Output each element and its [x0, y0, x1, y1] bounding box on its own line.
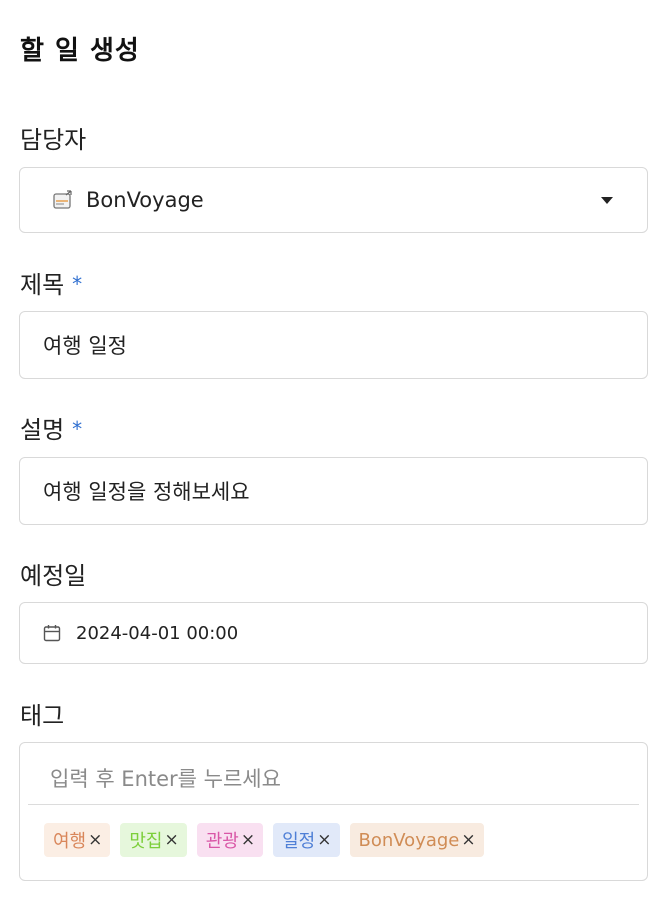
tag-chip: 맛집 ×	[120, 823, 187, 857]
tag-chip: 관광 ×	[196, 823, 264, 857]
description-label: 설명 *	[20, 410, 82, 445]
tag-label: 맛집	[129, 831, 163, 852]
close-icon[interactable]: ×	[165, 830, 179, 850]
tag-label: 관광	[205, 831, 239, 852]
description-input[interactable]: 여행 일정을 정해보세요	[19, 457, 648, 525]
tag-label: 일정	[282, 831, 316, 852]
tag-label: 여행	[53, 831, 87, 852]
tag-label: BonVoyage	[358, 829, 460, 851]
calendar-icon	[43, 625, 61, 642]
description-input-value: 여행 일정을 정해보세요	[43, 480, 250, 504]
assignee-value: BonVoyage	[86, 188, 204, 212]
tag-chip: BonVoyage ×	[349, 823, 484, 857]
chevron-down-icon[interactable]	[601, 197, 613, 204]
close-icon[interactable]: ×	[241, 830, 255, 850]
description-label-text: 설명	[20, 416, 65, 444]
tag-divider	[28, 804, 639, 805]
tag-list: 여행 × 맛집 × 관광 × 일정 × BonVoyage ×	[44, 823, 484, 857]
title-label-text: 제목	[20, 271, 65, 299]
title-label: 제목 *	[20, 265, 82, 300]
title-input-value: 여행 일정	[43, 334, 127, 358]
required-mark: *	[72, 417, 83, 441]
close-icon[interactable]: ×	[317, 830, 331, 850]
assignee-select[interactable]: BonVoyage	[19, 167, 648, 233]
required-mark: *	[72, 272, 83, 296]
close-icon[interactable]: ×	[461, 830, 475, 850]
assignee-label: 담당자	[20, 126, 87, 154]
tag-entry-input[interactable]: 입력 후 Enter를 누르세요	[50, 763, 281, 793]
close-icon[interactable]: ×	[88, 830, 102, 850]
tag-chip: 여행 ×	[44, 823, 111, 857]
due-date-value: 2024-04-01 00:00	[76, 622, 239, 644]
page-title: 할 일 생성	[20, 36, 140, 66]
tag-chip: 일정 ×	[273, 823, 340, 857]
title-input[interactable]: 여행 일정	[19, 311, 648, 379]
due-date-label: 예정일	[20, 562, 87, 590]
due-date-input[interactable]: 2024-04-01 00:00	[19, 602, 648, 664]
assignee-avatar-icon	[53, 190, 72, 209]
tags-box: 입력 후 Enter를 누르세요 여행 × 맛집 × 관광 × 일정 × BonVoya…	[19, 742, 648, 881]
tags-label: 태그	[20, 702, 65, 730]
